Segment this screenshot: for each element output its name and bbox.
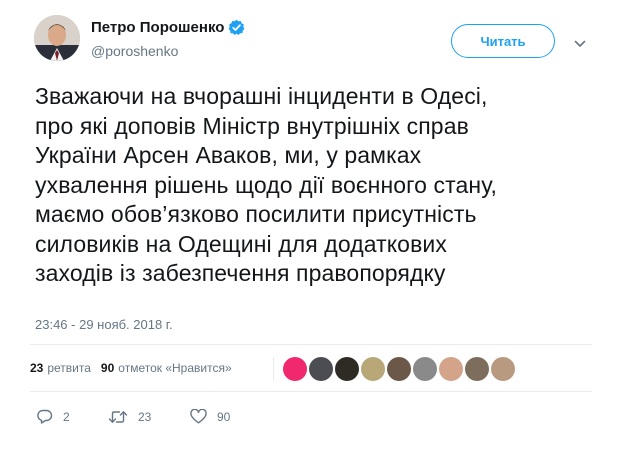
liker-avatar[interactable] [283, 357, 307, 381]
author-avatar[interactable] [34, 15, 80, 61]
liker-avatar[interactable] [491, 357, 515, 381]
like-count: 90 [217, 409, 231, 424]
retweets-label[interactable]: ретвита [47, 361, 91, 375]
liker-avatar[interactable] [465, 357, 489, 381]
chevron-down-icon[interactable] [574, 36, 586, 47]
verified-badge-icon [228, 19, 245, 36]
author-name-row[interactable]: Петро Порошенко [91, 19, 245, 36]
tweet-timestamp[interactable]: 23:46 - 29 нояб. 2018 г. [35, 317, 173, 332]
reply-icon [37, 409, 53, 424]
reply-count: 2 [63, 409, 70, 424]
liker-avatar[interactable] [361, 357, 385, 381]
liker-avatar[interactable] [335, 357, 359, 381]
like-button[interactable]: 90 [190, 409, 230, 424]
retweet-count: 23 [138, 409, 152, 424]
liker-avatar[interactable] [439, 357, 463, 381]
liker-avatars [283, 357, 515, 381]
retweet-icon [108, 410, 128, 423]
reply-button[interactable]: 2 [36, 409, 108, 424]
tweet-actions: 2 23 90 [36, 409, 230, 424]
retweet-button[interactable]: 23 [108, 410, 190, 424]
heart-icon [190, 409, 207, 424]
divider [30, 344, 592, 345]
tweet-text: Зважаючи на вчорашні інциденти в Одесі, … [35, 83, 497, 286]
tweet-card: Петро Порошенко @poroshenko Читать Зважа… [0, 0, 619, 449]
author-handle[interactable]: @poroshenko [91, 43, 178, 59]
tweet-stats: 23 ретвита 90 отметок «Нравится» [30, 361, 232, 375]
likes-label[interactable]: отметок «Нравится» [118, 361, 231, 375]
divider [30, 391, 592, 392]
retweets-count[interactable]: 23 [30, 361, 43, 375]
author-display-name[interactable]: Петро Порошенко [91, 19, 224, 36]
likes-count[interactable]: 90 [101, 361, 114, 375]
liker-avatar[interactable] [309, 357, 333, 381]
follow-button[interactable]: Читать [451, 24, 555, 58]
liker-avatar[interactable] [387, 357, 411, 381]
stats-separator [273, 357, 274, 381]
liker-avatar[interactable] [413, 357, 437, 381]
